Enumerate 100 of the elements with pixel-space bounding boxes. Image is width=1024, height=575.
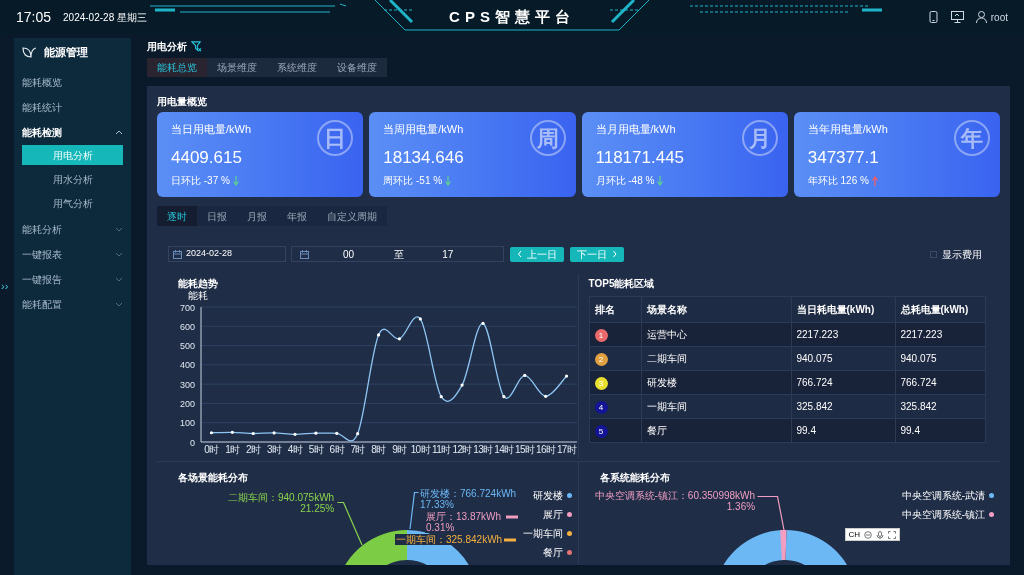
sidebar-item[interactable]: 能耗配置 (22, 297, 62, 312)
card-label: 当日用电量/kWh (171, 122, 252, 137)
tab[interactable]: 系统维度 (267, 58, 327, 77)
tick-label: 1时 (225, 444, 240, 455)
filter-icon[interactable] (191, 40, 202, 52)
tick-label: 200 (179, 398, 195, 409)
rank-badge: 4 (594, 401, 608, 415)
sidebar-item[interactable]: 能耗概览 (22, 75, 62, 90)
rank-badge: 2 (594, 353, 608, 367)
tick-label: 4时 (287, 444, 303, 455)
chevron-down-icon[interactable] (115, 251, 123, 258)
date-field[interactable]: 2024-02-28 (168, 246, 286, 262)
callout-percent: 1.36% (725, 501, 757, 512)
chart-title: 各系统能耗分布 (599, 471, 670, 485)
axis-title: 能耗 (188, 289, 208, 303)
monitor-icon[interactable] (950, 11, 964, 23)
callout-label: 展厅：13.87kWh (425, 511, 503, 522)
card-label: 当月用电量/kWh (595, 122, 676, 137)
phone-icon[interactable] (927, 11, 939, 23)
tab[interactable]: 自定义周期 (317, 206, 387, 226)
data-point (335, 431, 339, 435)
tick-label: 8时 (371, 444, 386, 455)
sidebar-subitem[interactable]: 用水分析 (22, 169, 123, 189)
page-title: 用电分析 (147, 39, 187, 54)
chevron-down-icon[interactable] (115, 226, 123, 233)
tab[interactable]: 月报 (237, 206, 277, 226)
chevron-down-icon[interactable] (115, 276, 123, 283)
chevron-down-icon[interactable] (115, 301, 123, 308)
tick-label: 500 (179, 341, 195, 352)
tick-label: 15时 (515, 444, 535, 455)
data-point (502, 395, 506, 399)
data-point (251, 431, 255, 436)
leaf-icon (22, 46, 36, 58)
legend-label: 餐厅 (542, 546, 563, 560)
tab[interactable]: 逐时 (157, 206, 197, 226)
tick-label: 10时 (410, 444, 430, 455)
user-name[interactable]: root (990, 9, 1008, 25)
callout-percent: 0.31% (425, 522, 456, 533)
callout-percent: 21.25% (299, 503, 336, 514)
sidebar-item[interactable]: 能耗分析 (22, 222, 62, 237)
sidebar-title: 能源管理 (44, 44, 88, 60)
tick-label: 7时 (350, 444, 365, 455)
card-label: 当年用电量/kWh (807, 122, 888, 137)
end-hour-text: 17 (442, 247, 454, 262)
data-point (481, 321, 485, 325)
legend-label: 中央空调系统-镇江 (901, 508, 985, 522)
tick-label: 2时 (246, 444, 261, 455)
chevron-up-icon[interactable] (115, 129, 123, 136)
data-point (523, 373, 527, 378)
tick-label: 17时 (556, 444, 577, 455)
ime-toolbar[interactable]: CH (844, 528, 901, 541)
tab[interactable]: 年报 (277, 206, 317, 226)
sidebar-item[interactable]: 能耗统计 (22, 100, 62, 115)
tab[interactable]: 场景维度 (207, 58, 267, 77)
card-compare: 年环比 126 % (807, 174, 869, 188)
tab[interactable]: 能耗总览 (147, 58, 207, 77)
tick-label: 600 (179, 321, 195, 332)
legend-label: 一期车间 (522, 527, 563, 541)
tick-label: 300 (179, 379, 195, 390)
callout-label: 中央空调系统-镇江：60.350998kWh (593, 490, 757, 501)
calendar-icon (300, 249, 309, 259)
card-badge: 年 (954, 120, 990, 156)
tick-label: 9时 (392, 444, 407, 455)
sidebar-item[interactable]: 能耗检测 (22, 125, 62, 140)
legend-label: 研发楼 (532, 489, 563, 503)
card-badge: 月 (741, 120, 778, 156)
time-range-field[interactable]: 00 至 17 (291, 246, 504, 262)
user-icon[interactable] (975, 11, 987, 23)
clock-time: 17:05 (16, 7, 52, 27)
expand-icon[interactable] (888, 530, 897, 539)
card-value: 18134.646 (383, 146, 464, 169)
tick-label: 100 (179, 418, 195, 429)
tick-label: 16时 (536, 444, 556, 455)
tick-label: 11时 (431, 444, 451, 455)
range-separator: 至 (394, 247, 405, 262)
data-point (460, 383, 464, 387)
smiley-icon[interactable] (864, 530, 873, 539)
tick-label: 3时 (266, 444, 282, 455)
data-point (272, 431, 276, 435)
sidebar-item[interactable]: 一键报告 (22, 272, 62, 287)
microphone-icon[interactable] (876, 530, 885, 539)
tick-label: 0时 (204, 444, 219, 455)
collapse-toggle[interactable]: ›› (1, 278, 9, 295)
rank-badge: 5 (594, 425, 608, 439)
sidebar-subitem[interactable]: 用气分析 (22, 193, 123, 213)
callout-percent: 17.33% (419, 499, 455, 510)
data-point (314, 431, 318, 435)
tick-label: 700 (179, 302, 195, 313)
card-compare: 月环比 -48 % (595, 174, 655, 188)
card-compare: 日环比 -37 % (171, 174, 230, 188)
table-cell: 99.4 (791, 418, 895, 443)
tick-label: 0 (190, 437, 195, 448)
card-value: 4409.615 (171, 146, 242, 169)
chart-title: 能耗趋势 (178, 277, 218, 291)
tab[interactable]: 日报 (197, 206, 237, 226)
checkbox[interactable] (930, 250, 937, 258)
tab[interactable]: 设备维度 (327, 58, 387, 77)
callout-label: 一期车间：325.842kWh (395, 534, 504, 545)
table-cell: 餐厅 (641, 418, 791, 443)
sidebar-item[interactable]: 一键报表 (22, 247, 62, 262)
